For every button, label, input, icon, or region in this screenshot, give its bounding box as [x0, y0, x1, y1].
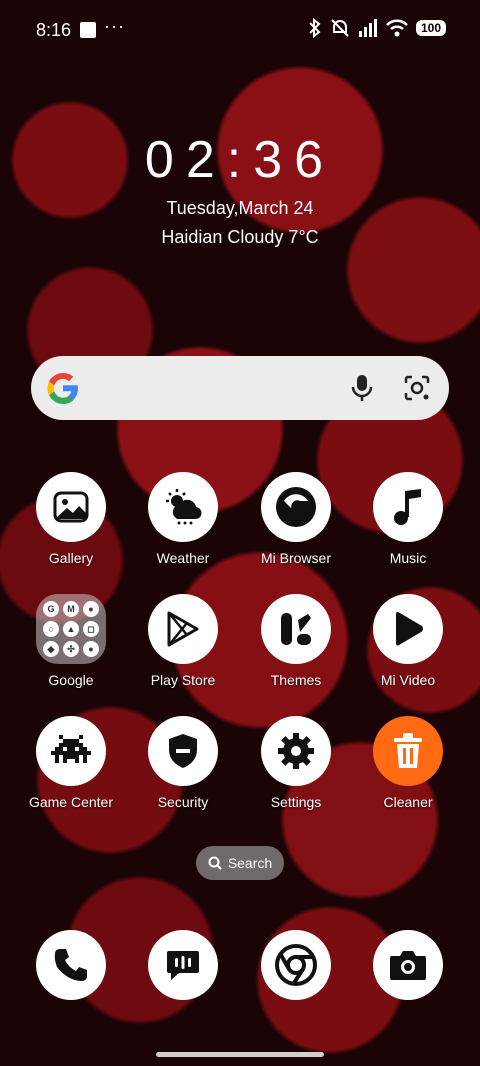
dock-messages[interactable]	[148, 930, 218, 1000]
google-folder: G M ● ○ ▲ ◻ ◆ ✣ ●	[36, 594, 106, 664]
status-bar: 8:16 ··· 100	[0, 0, 480, 60]
app-label: Mi Video	[380, 672, 436, 688]
signal-icon	[358, 19, 377, 37]
app-music[interactable]: Music	[353, 472, 463, 566]
app-themes[interactable]: Themes	[241, 594, 351, 688]
folder-app-icon: ◆	[43, 641, 59, 657]
mic-icon[interactable]	[351, 374, 373, 402]
clock-date[interactable]: Tuesday,March 24	[0, 198, 480, 219]
app-play-store[interactable]: Play Store	[128, 594, 238, 688]
app-label: Settings	[270, 794, 322, 810]
app-label: Play Store	[150, 672, 216, 688]
settings-icon	[261, 716, 331, 786]
play-store-icon	[148, 594, 218, 664]
lens-icon[interactable]	[403, 374, 431, 402]
status-icons: 100	[308, 18, 446, 38]
music-icon	[373, 472, 443, 542]
folder-app-icon: ●	[83, 601, 99, 617]
security-icon	[148, 716, 218, 786]
dock-phone[interactable]	[36, 930, 106, 1000]
cleaner-icon	[373, 716, 443, 786]
notification-icon	[80, 22, 96, 38]
app-label: Security	[157, 794, 209, 810]
folder-app-icon: ●	[83, 641, 99, 657]
google-search-bar[interactable]	[31, 356, 449, 420]
messages-icon	[148, 930, 218, 1000]
folder-app-icon: ▲	[63, 621, 79, 637]
search-label: Search	[227, 855, 273, 871]
weather-icon	[148, 472, 218, 542]
app-label: Gallery	[48, 550, 94, 566]
weather-summary[interactable]: Haidian Cloudy 7°C	[0, 227, 480, 248]
google-logo	[47, 373, 78, 404]
home-indicator[interactable]	[156, 1052, 324, 1057]
app-game-center[interactable]: Game Center	[16, 716, 126, 810]
app-label: Themes	[270, 672, 322, 688]
more-notifications-icon: ···	[104, 16, 125, 36]
app-mi-video[interactable]: Mi Video	[353, 594, 463, 688]
folder-app-icon: G	[43, 601, 59, 617]
bluetooth-icon	[309, 18, 321, 38]
app-label: Google	[48, 672, 94, 688]
clock-time[interactable]: 02:36	[0, 130, 480, 190]
battery-icon: 100	[415, 20, 446, 36]
phone-icon	[36, 930, 106, 1000]
app-label: Weather	[156, 550, 210, 566]
app-weather[interactable]: Weather	[128, 472, 238, 566]
themes-icon	[261, 594, 331, 664]
app-security[interactable]: Security	[128, 716, 238, 810]
browser-icon	[261, 472, 331, 542]
search-icon	[208, 856, 222, 870]
dock-chrome[interactable]	[261, 930, 331, 1000]
gallery-icon	[36, 472, 106, 542]
folder-app-icon: M	[63, 601, 79, 617]
camera-icon	[373, 930, 443, 1000]
app-cleaner[interactable]: Cleaner	[353, 716, 463, 810]
app-label: Cleaner	[383, 794, 433, 810]
dock-camera[interactable]	[373, 930, 443, 1000]
folder-app-icon: ○	[43, 621, 59, 637]
status-time: 8:16	[36, 20, 72, 40]
app-label: Mi Browser	[260, 550, 331, 566]
folder-app-icon: ✣	[63, 641, 79, 657]
app-label: Music	[389, 550, 427, 566]
mute-icon	[331, 19, 349, 37]
app-search-button[interactable]: Search	[196, 846, 284, 880]
app-google-folder[interactable]: G M ● ○ ▲ ◻ ◆ ✣ ● Google	[16, 594, 126, 688]
app-mi-browser[interactable]: Mi Browser	[241, 472, 351, 566]
folder-app-icon: ◻	[83, 621, 99, 637]
app-settings[interactable]: Settings	[241, 716, 351, 810]
wifi-icon	[386, 19, 408, 37]
app-gallery[interactable]: Gallery	[16, 472, 126, 566]
chrome-icon	[261, 930, 331, 1000]
game-icon	[36, 716, 106, 786]
app-label: Game Center	[28, 794, 114, 810]
video-icon	[373, 594, 443, 664]
